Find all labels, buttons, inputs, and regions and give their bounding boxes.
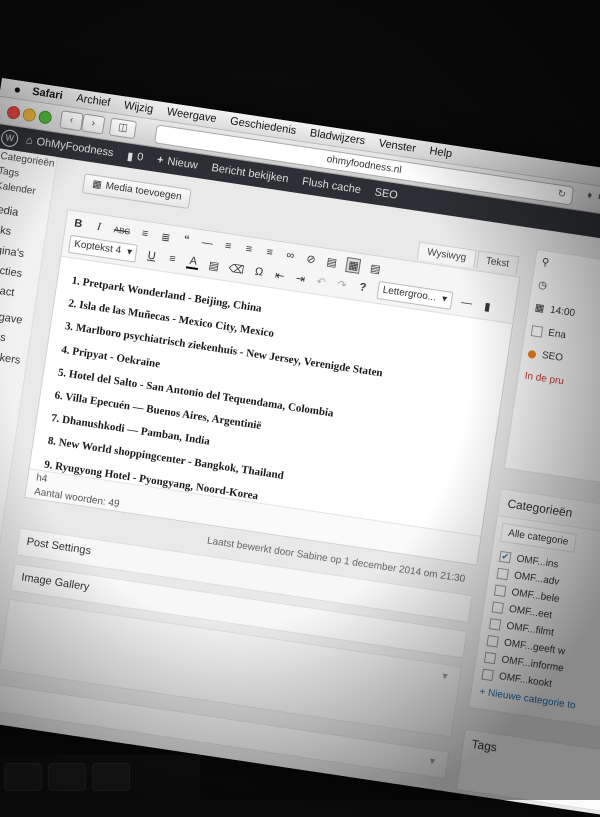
text-color-icon[interactable]: A — [186, 254, 201, 271]
font-size-select-value: Lettergroo... — [381, 284, 437, 304]
help-icon[interactable]: ? — [356, 281, 370, 295]
bold-button[interactable]: B — [71, 217, 85, 231]
category-checkbox[interactable] — [488, 618, 502, 631]
seo-link[interactable]: SEO — [374, 186, 399, 201]
chevron-down-icon: ▾ — [126, 246, 133, 259]
address-url: ohmyfoodness.nl — [325, 153, 403, 177]
fullscreen-icon[interactable]: ▦ — [345, 256, 362, 274]
format-select-value: Koptekst 4 — [73, 238, 122, 257]
category-checkbox[interactable] — [491, 601, 504, 614]
menu-archief[interactable]: Archief — [76, 92, 112, 109]
menu-help[interactable]: Help — [429, 145, 453, 160]
keyboard-key — [48, 763, 86, 791]
publish-time: 14:00 — [549, 304, 576, 320]
all-categories-tab[interactable]: Alle categorie — [499, 522, 577, 553]
category-checkbox[interactable] — [486, 634, 499, 648]
outdent-icon[interactable]: ⇤ — [273, 268, 287, 283]
italic-button[interactable]: I — [92, 220, 106, 234]
reload-icon[interactable]: ↻ — [556, 185, 567, 203]
category-checkbox-checked[interactable]: ✔ — [498, 550, 512, 564]
special-character-icon[interactable]: Ω — [252, 265, 266, 279]
numbered-list-icon[interactable]: ≣ — [159, 230, 173, 245]
post-editor-main: ▦ Media toevoegen Wysiwyg Tekst B I ABC … — [0, 158, 532, 791]
element-path[interactable]: h4 — [35, 473, 48, 486]
toolbar-toggle-icon[interactable]: ▤ — [369, 261, 383, 276]
minimize-icon[interactable]: — — [460, 296, 474, 310]
align-center-icon[interactable]: ≡ — [242, 243, 256, 257]
status-icon: ⚲ — [540, 256, 550, 269]
zoom-window-button[interactable] — [37, 109, 53, 125]
chevron-down-icon[interactable]: ▼ — [427, 756, 437, 767]
font-size-select[interactable]: Lettergroo... ▾ — [376, 280, 454, 310]
word-count: Aantal woorden: 49 — [33, 486, 121, 510]
paste-text-icon[interactable]: ▤ — [207, 258, 221, 273]
comments-link[interactable]: ▮ 0 — [126, 149, 144, 164]
horizontal-line-icon[interactable]: — — [200, 236, 214, 250]
tags-title: Tags — [470, 736, 498, 755]
clear-formatting-icon[interactable]: ⌫ — [228, 261, 245, 276]
menu-safari[interactable]: Safari — [31, 86, 63, 102]
align-left-icon[interactable]: ≡ — [221, 239, 235, 253]
close-window-button[interactable] — [6, 105, 21, 120]
add-media-label: Media toevoegen — [104, 180, 183, 203]
link-icon[interactable]: ∞ — [284, 249, 298, 263]
category-checkbox[interactable] — [483, 651, 497, 665]
keyboard-key — [92, 763, 130, 791]
enable-label: Ena — [547, 327, 567, 342]
enable-checkbox[interactable] — [530, 325, 544, 338]
back-button[interactable]: ‹ — [59, 110, 84, 132]
copy-icon[interactable]: ▮ — [481, 299, 495, 314]
justify-icon[interactable]: ≡ — [166, 252, 180, 266]
redo-icon[interactable]: ↷ — [335, 277, 349, 292]
home-icon: ⌂ — [25, 134, 34, 148]
laptop-screen: ● Safari Archief Wijzig Weergave Geschie… — [0, 78, 600, 817]
plus-icon: + — [156, 153, 165, 167]
wordpress-logo-icon[interactable]: W — [0, 128, 20, 148]
indent-icon[interactable]: ⇥ — [294, 271, 308, 286]
category-checkbox[interactable] — [496, 567, 509, 581]
apple-icon[interactable]: ● — [10, 81, 26, 97]
strikethrough-button[interactable]: ABC — [113, 225, 131, 236]
unlink-icon[interactable]: ⊘ — [304, 251, 318, 266]
post-settings-title: Post Settings — [25, 535, 92, 558]
chevron-down-icon: ▾ — [441, 293, 448, 306]
media-icon: ▦ — [91, 178, 103, 191]
seo-status-dot — [527, 349, 537, 359]
laptop-keyboard — [0, 755, 200, 800]
menu-wijzig[interactable]: Wijzig — [123, 99, 154, 115]
chevron-down-icon[interactable]: ▼ — [440, 670, 450, 681]
menu-venster[interactable]: Venster — [378, 137, 417, 154]
add-media-button[interactable]: ▦ Media toevoegen — [81, 173, 192, 210]
clock-icon: ◷ — [537, 279, 548, 292]
categories-box: Categorieën Alle categorie ✔ OMF...ins O… — [468, 488, 600, 732]
sidebar-toggle-button[interactable]: ◫ — [108, 117, 138, 140]
comments-count: 0 — [136, 150, 145, 164]
image-gallery-title: Image Gallery — [20, 571, 91, 594]
minimize-window-button[interactable] — [21, 107, 37, 123]
undo-icon[interactable]: ↶ — [314, 274, 328, 289]
calendar-icon: ▦ — [534, 302, 546, 315]
comment-icon: ▮ — [126, 149, 135, 163]
insert-more-icon[interactable]: ▤ — [325, 254, 339, 269]
flush-cache-link[interactable]: Flush cache — [301, 176, 361, 197]
category-checkbox[interactable] — [481, 668, 494, 682]
bullet-list-icon[interactable]: ≡ — [138, 227, 152, 241]
new-label: Nieuw — [166, 155, 199, 172]
blockquote-icon[interactable]: “ — [180, 233, 194, 247]
forward-button[interactable]: › — [80, 113, 106, 135]
underline-button[interactable]: U — [145, 249, 159, 263]
tags-box: Tags — [455, 728, 600, 814]
toolbar-extension-icons[interactable]: ♦■ — [586, 190, 600, 204]
new-content-link[interactable]: + Nieuw — [156, 154, 198, 172]
category-checkbox[interactable] — [493, 584, 507, 598]
align-right-icon[interactable]: ≡ — [263, 246, 277, 260]
seo-label: SEO — [541, 349, 564, 364]
keyboard-key — [4, 763, 42, 791]
